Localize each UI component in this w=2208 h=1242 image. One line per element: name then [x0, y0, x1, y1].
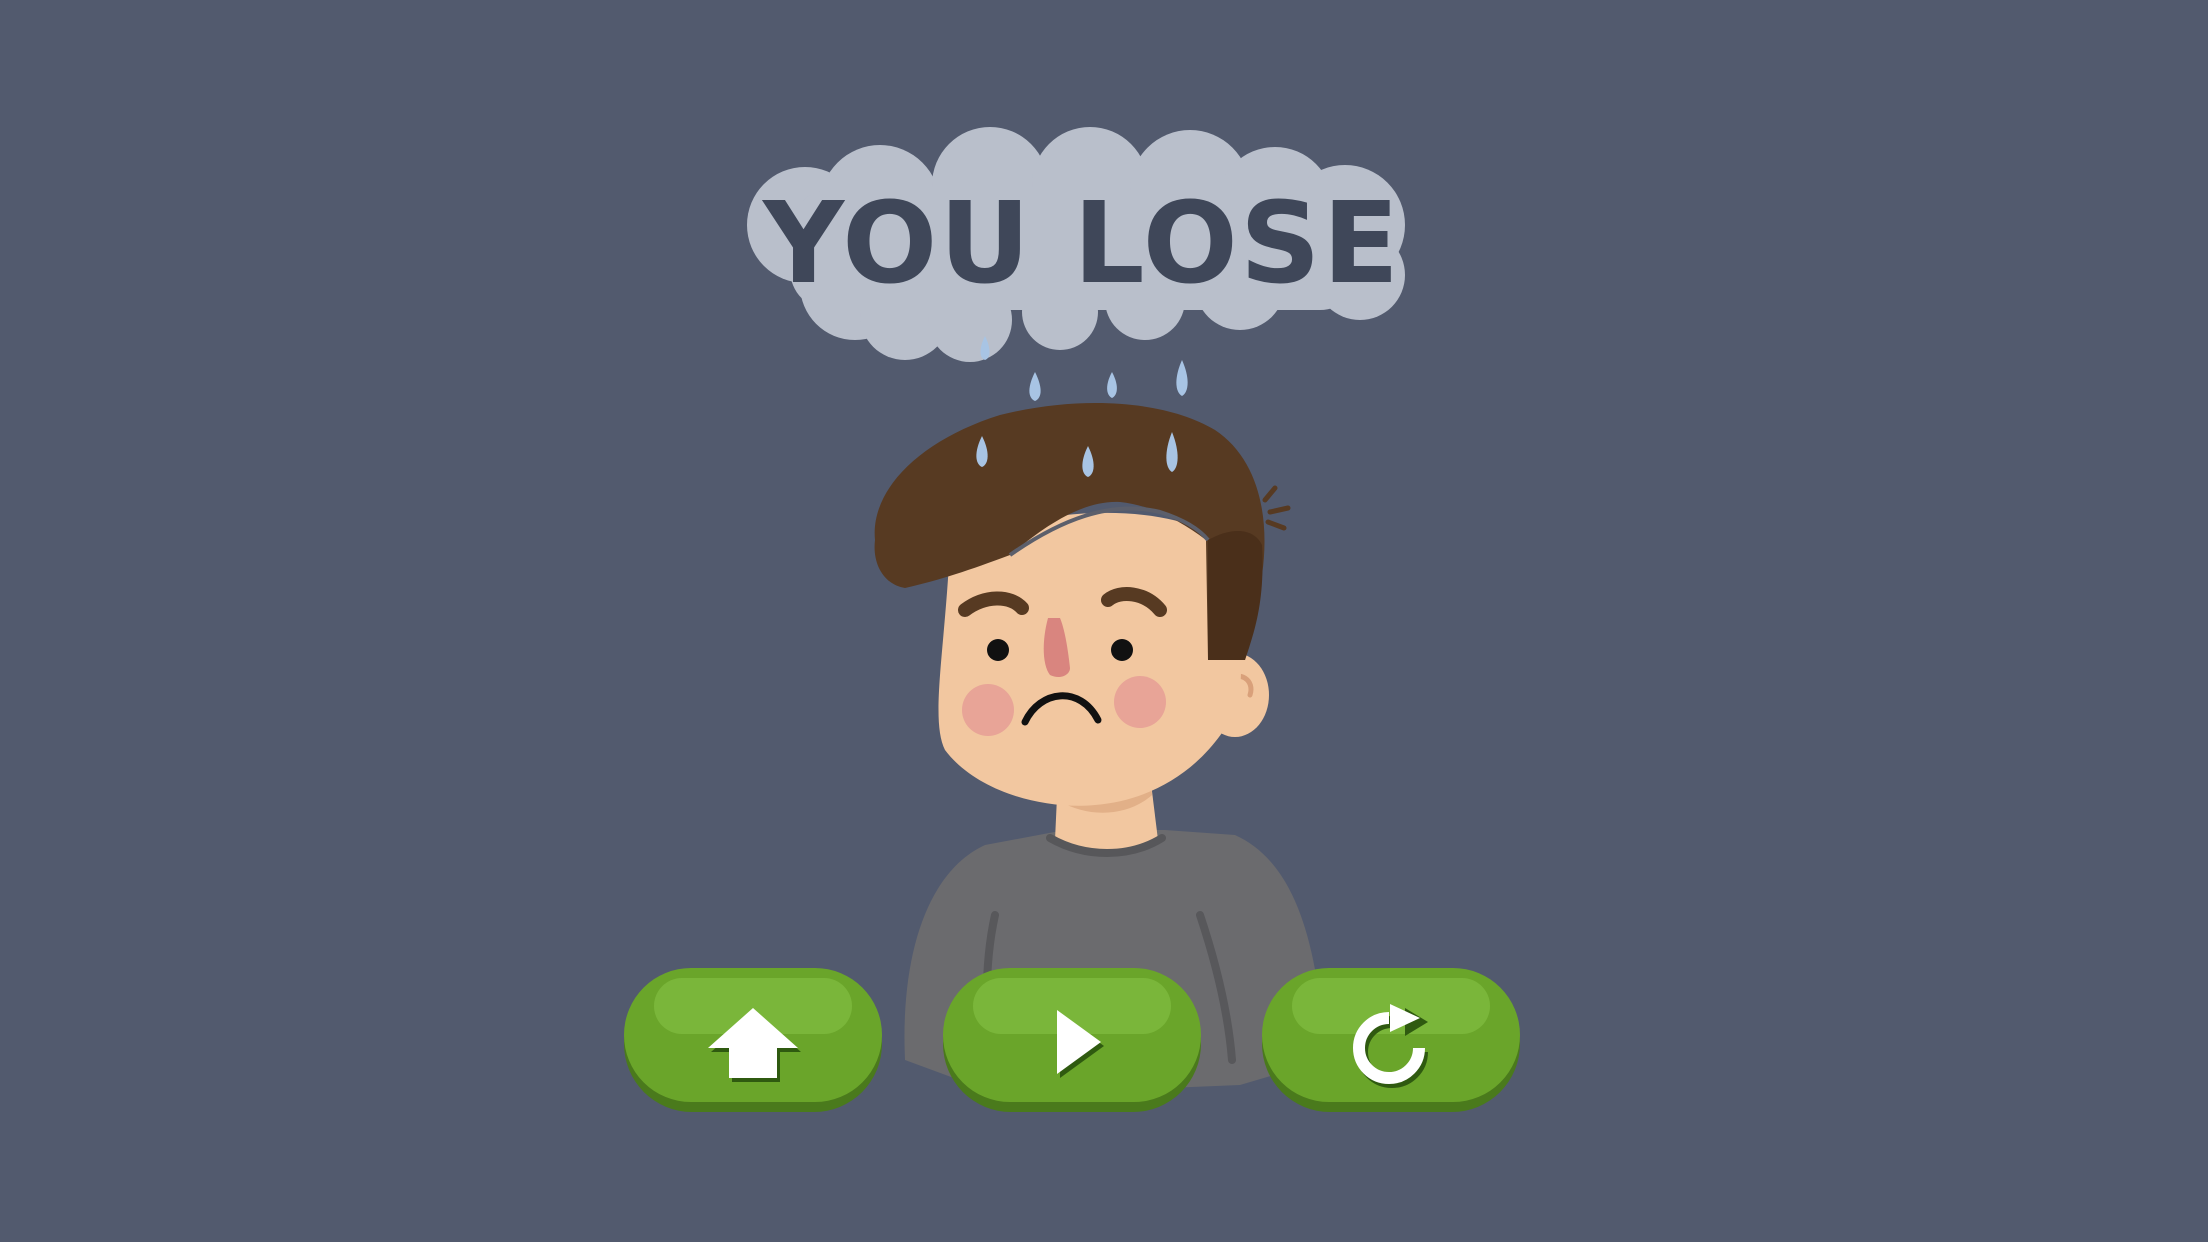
right-eye: [1111, 639, 1133, 661]
title-text: YOU LOSE: [761, 179, 1401, 309]
game-over-screen: YOU LOSE: [0, 0, 2208, 1242]
left-cheek: [962, 684, 1014, 736]
right-cheek: [1114, 676, 1166, 728]
play-button[interactable]: [941, 966, 1203, 1114]
restart-button[interactable]: [1260, 966, 1522, 1114]
home-button[interactable]: [622, 966, 884, 1114]
left-eye: [987, 639, 1009, 661]
